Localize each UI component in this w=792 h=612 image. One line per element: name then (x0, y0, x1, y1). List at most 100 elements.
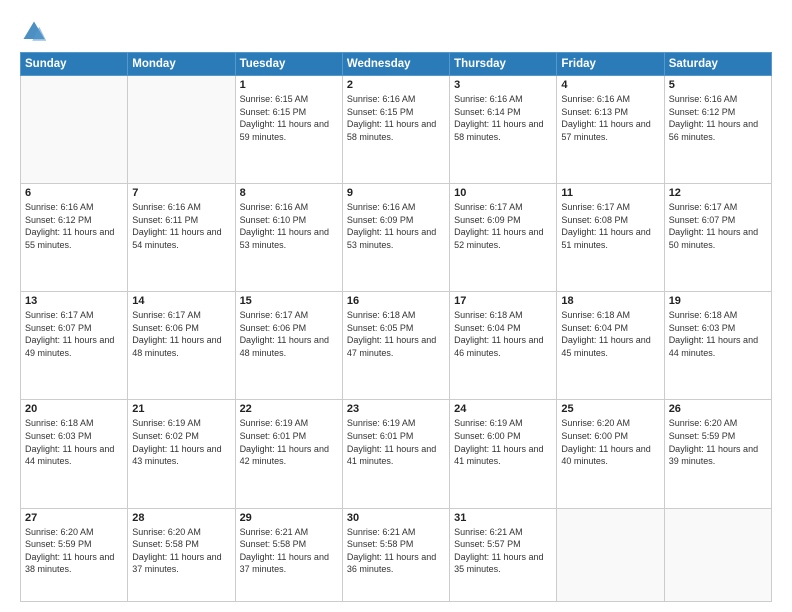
day-number: 19 (669, 295, 767, 307)
logo-icon (20, 18, 48, 46)
day-number: 25 (561, 403, 659, 415)
day-number: 26 (669, 403, 767, 415)
day-number: 7 (132, 187, 230, 199)
calendar-cell: 25Sunrise: 6:20 AM Sunset: 6:00 PM Dayli… (557, 400, 664, 508)
calendar-cell: 18 Sunrise: 6:18 AM Sunset: 6:04 PM Dayli… (557, 292, 664, 400)
day-number: 20 (25, 403, 123, 415)
day-info: Sunrise: 6:17 AM Sunset: 6:07 PM Dayligh… (669, 201, 767, 251)
calendar-cell: 29 Sunrise: 6:21 AM Sunset: 5:58 PM Dayli… (235, 508, 342, 601)
calendar-cell: 31 Sunrise: 6:21 AM Sunset: 5:57 PM Dayli… (450, 508, 557, 601)
day-number: 14 (132, 295, 230, 307)
day-number: 27 (25, 512, 123, 524)
day-number: 13 (25, 295, 123, 307)
day-info: Sunrise: 6:20 AM Sunset: 5:59 PM Dayligh… (669, 417, 767, 467)
calendar-cell: 1 Sunrise: 6:15 AM Sunset: 6:15 PM Daylig… (235, 76, 342, 184)
day-info: Sunrise: 6:19 AM Sunset: 6:02 PM Dayligh… (132, 417, 230, 467)
day-number: 10 (454, 187, 552, 199)
calendar-header-row: SundayMondayTuesdayWednesdayThursdayFrid… (21, 53, 772, 76)
day-number: 4 (561, 79, 659, 91)
day-number: 6 (25, 187, 123, 199)
day-info: Sunrise: 6:18 AM Sunset: 6:04 PM Dayligh… (561, 309, 659, 359)
calendar-week-row: 20 Sunrise: 6:18 AM Sunset: 6:03 PM Dayli… (21, 400, 772, 508)
day-number: 29 (240, 512, 338, 524)
day-number: 1 (240, 79, 338, 91)
weekday-header: Thursday (450, 53, 557, 76)
calendar-cell: 12Sunrise: 6:17 AM Sunset: 6:07 PM Dayli… (664, 184, 771, 292)
day-number: 8 (240, 187, 338, 199)
calendar-cell (21, 76, 128, 184)
calendar-cell (128, 76, 235, 184)
day-number: 11 (561, 187, 659, 199)
calendar-cell: 9 Sunrise: 6:16 AM Sunset: 6:09 PM Daylig… (342, 184, 449, 292)
day-info: Sunrise: 6:17 AM Sunset: 6:06 PM Dayligh… (240, 309, 338, 359)
calendar-cell: 5 Sunrise: 6:16 AM Sunset: 6:12 PM Daylig… (664, 76, 771, 184)
day-info: Sunrise: 6:19 AM Sunset: 6:01 PM Dayligh… (240, 417, 338, 467)
day-info: Sunrise: 6:18 AM Sunset: 6:03 PM Dayligh… (669, 309, 767, 359)
day-number: 3 (454, 79, 552, 91)
calendar-week-row: 27 Sunrise: 6:20 AM Sunset: 5:59 PM Dayli… (21, 508, 772, 601)
calendar-cell (664, 508, 771, 601)
calendar-cell: 21Sunrise: 6:19 AM Sunset: 6:02 PM Dayli… (128, 400, 235, 508)
day-info: Sunrise: 6:16 AM Sunset: 6:14 PM Dayligh… (454, 93, 552, 143)
day-info: Sunrise: 6:16 AM Sunset: 6:09 PM Dayligh… (347, 201, 445, 251)
calendar-week-row: 1 Sunrise: 6:15 AM Sunset: 6:15 PM Daylig… (21, 76, 772, 184)
calendar-cell: 23 Sunrise: 6:19 AM Sunset: 6:01 PM Dayli… (342, 400, 449, 508)
day-info: Sunrise: 6:18 AM Sunset: 6:05 PM Dayligh… (347, 309, 445, 359)
day-number: 15 (240, 295, 338, 307)
calendar-cell (557, 508, 664, 601)
day-info: Sunrise: 6:16 AM Sunset: 6:10 PM Dayligh… (240, 201, 338, 251)
calendar-cell: 10Sunrise: 6:17 AM Sunset: 6:09 PM Dayli… (450, 184, 557, 292)
calendar-table: SundayMondayTuesdayWednesdayThursdayFrid… (20, 52, 772, 602)
day-info: Sunrise: 6:17 AM Sunset: 6:07 PM Dayligh… (25, 309, 123, 359)
day-info: Sunrise: 6:21 AM Sunset: 5:58 PM Dayligh… (347, 526, 445, 576)
day-number: 30 (347, 512, 445, 524)
day-info: Sunrise: 6:16 AM Sunset: 6:11 PM Dayligh… (132, 201, 230, 251)
weekday-header: Saturday (664, 53, 771, 76)
day-number: 9 (347, 187, 445, 199)
day-info: Sunrise: 6:17 AM Sunset: 6:06 PM Dayligh… (132, 309, 230, 359)
day-info: Sunrise: 6:18 AM Sunset: 6:03 PM Dayligh… (25, 417, 123, 467)
calendar-cell: 11 Sunrise: 6:17 AM Sunset: 6:08 PM Dayli… (557, 184, 664, 292)
calendar-cell: 8 Sunrise: 6:16 AM Sunset: 6:10 PM Daylig… (235, 184, 342, 292)
day-info: Sunrise: 6:21 AM Sunset: 5:57 PM Dayligh… (454, 526, 552, 576)
day-number: 31 (454, 512, 552, 524)
day-info: Sunrise: 6:20 AM Sunset: 5:59 PM Dayligh… (25, 526, 123, 576)
day-info: Sunrise: 6:21 AM Sunset: 5:58 PM Dayligh… (240, 526, 338, 576)
calendar-cell: 17Sunrise: 6:18 AM Sunset: 6:04 PM Dayli… (450, 292, 557, 400)
calendar-cell: 26 Sunrise: 6:20 AM Sunset: 5:59 PM Dayli… (664, 400, 771, 508)
day-info: Sunrise: 6:15 AM Sunset: 6:15 PM Dayligh… (240, 93, 338, 143)
day-info: Sunrise: 6:18 AM Sunset: 6:04 PM Dayligh… (454, 309, 552, 359)
day-info: Sunrise: 6:20 AM Sunset: 5:58 PM Dayligh… (132, 526, 230, 576)
weekday-header: Wednesday (342, 53, 449, 76)
page: SundayMondayTuesdayWednesdayThursdayFrid… (0, 0, 792, 612)
calendar-cell: 2Sunrise: 6:16 AM Sunset: 6:15 PM Daylig… (342, 76, 449, 184)
day-info: Sunrise: 6:19 AM Sunset: 6:00 PM Dayligh… (454, 417, 552, 467)
day-info: Sunrise: 6:17 AM Sunset: 6:08 PM Dayligh… (561, 201, 659, 251)
calendar-cell: 16 Sunrise: 6:18 AM Sunset: 6:05 PM Dayli… (342, 292, 449, 400)
day-info: Sunrise: 6:16 AM Sunset: 6:12 PM Dayligh… (25, 201, 123, 251)
calendar-cell: 15 Sunrise: 6:17 AM Sunset: 6:06 PM Dayli… (235, 292, 342, 400)
day-info: Sunrise: 6:19 AM Sunset: 6:01 PM Dayligh… (347, 417, 445, 467)
day-number: 16 (347, 295, 445, 307)
weekday-header: Tuesday (235, 53, 342, 76)
calendar-cell: 13 Sunrise: 6:17 AM Sunset: 6:07 PM Dayli… (21, 292, 128, 400)
day-number: 23 (347, 403, 445, 415)
calendar-cell: 7 Sunrise: 6:16 AM Sunset: 6:11 PM Daylig… (128, 184, 235, 292)
day-number: 28 (132, 512, 230, 524)
calendar-cell: 14 Sunrise: 6:17 AM Sunset: 6:06 PM Dayli… (128, 292, 235, 400)
weekday-header: Sunday (21, 53, 128, 76)
calendar-week-row: 13 Sunrise: 6:17 AM Sunset: 6:07 PM Dayli… (21, 292, 772, 400)
day-number: 18 (561, 295, 659, 307)
calendar-cell: 6 Sunrise: 6:16 AM Sunset: 6:12 PM Daylig… (21, 184, 128, 292)
calendar-cell: 28 Sunrise: 6:20 AM Sunset: 5:58 PM Dayli… (128, 508, 235, 601)
calendar-cell: 4 Sunrise: 6:16 AM Sunset: 6:13 PM Daylig… (557, 76, 664, 184)
calendar-cell: 3 Sunrise: 6:16 AM Sunset: 6:14 PM Daylig… (450, 76, 557, 184)
calendar-cell: 19 Sunrise: 6:18 AM Sunset: 6:03 PM Dayli… (664, 292, 771, 400)
calendar-cell: 27 Sunrise: 6:20 AM Sunset: 5:59 PM Dayli… (21, 508, 128, 601)
weekday-header: Friday (557, 53, 664, 76)
day-number: 5 (669, 79, 767, 91)
day-info: Sunrise: 6:16 AM Sunset: 6:13 PM Dayligh… (561, 93, 659, 143)
day-info: Sunrise: 6:16 AM Sunset: 6:12 PM Dayligh… (669, 93, 767, 143)
logo (20, 18, 52, 46)
header (20, 18, 772, 46)
